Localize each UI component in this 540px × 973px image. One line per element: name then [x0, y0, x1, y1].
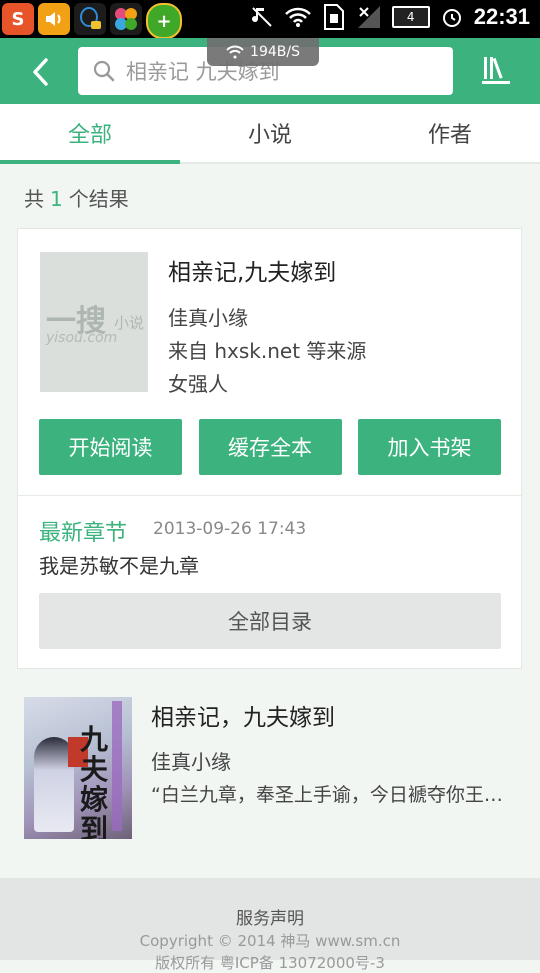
cover-logo-url: yisou.com [46, 330, 118, 346]
service-statement-link[interactable]: 服务声明 [0, 904, 540, 929]
cover-logo-sub: 小说 [114, 314, 145, 332]
action-buttons: 开始阅读 缓存全本 加入书架 [39, 419, 501, 475]
cache-all-button[interactable]: 缓存全本 [198, 419, 342, 475]
list-item-author: 佳真小缘 [151, 750, 231, 774]
book-source: 来自 hxsk.net 等来源 [168, 339, 367, 363]
book-title[interactable]: 相亲记,九夫嫁到 [168, 253, 336, 287]
sim-icon [323, 4, 344, 30]
license-text: 版权所有 粤ICP备 13072000号-3 [155, 954, 385, 972]
copyright-text: Copyright © 2014 神马 www.sm.cn [139, 932, 401, 950]
result-count-number: 1 [50, 187, 63, 211]
latest-chapter-date: 2013-09-26 17:43 [153, 519, 307, 539]
add-to-shelf-button[interactable]: 加入书架 [358, 419, 501, 475]
latest-chapter-label: 最新章节 [39, 521, 128, 546]
book-cover-placeholder[interactable]: 一搜 小说 yisou.com [40, 252, 148, 392]
card-divider [18, 495, 521, 496]
volume-app-icon [38, 3, 70, 35]
footer: 服务声明 Copyright © 2014 神马 www.sm.cn 版权所有 … [0, 878, 540, 972]
start-reading-button[interactable]: 开始阅读 [39, 419, 182, 475]
back-button[interactable] [20, 52, 60, 92]
bookshelf-button[interactable] [482, 54, 510, 86]
clover-app-icon [110, 3, 142, 35]
no-signal-icon [357, 6, 380, 28]
search-icon [93, 60, 115, 82]
tab-all[interactable]: 全部 [0, 104, 180, 164]
filter-tabs: 全部 小说 作者 [0, 104, 540, 164]
clock: 22:31 [473, 4, 530, 29]
tab-author[interactable]: 作者 [360, 104, 540, 162]
back-arrow-icon [33, 58, 48, 86]
list-item-description: “白兰九章，奉圣上手谕，今日褫夺你王… [151, 784, 503, 806]
book-cover-image: 九夫嫁到 [24, 697, 132, 839]
latest-chapter-title[interactable]: 我是苏敏不是九章 [39, 550, 199, 579]
cover-title: 九夫嫁到 [80, 723, 109, 840]
wifi-small-icon [226, 45, 244, 59]
tab-novel[interactable]: 小说 [180, 104, 360, 162]
alarm-icon [442, 9, 461, 27]
list-item-title: 相亲记，九夫嫁到 [151, 705, 335, 731]
wifi-icon [284, 7, 311, 27]
book-author[interactable]: 佳真小缘 [168, 302, 248, 331]
mute-icon [251, 7, 272, 27]
list-item[interactable]: 九夫嫁到 相亲记，九夫嫁到 佳真小缘 “白兰九章，奉圣上手谕，今日褫夺你王… [0, 680, 540, 855]
result-count: 共 1 个结果 [24, 183, 129, 212]
cover-stripe [112, 701, 122, 831]
net-speed-overlay: 194B/S [207, 38, 319, 66]
sogou-input-icon: S [2, 3, 34, 35]
360-security-icon: + [146, 3, 182, 39]
result-count-suffix: 个结果 [68, 187, 129, 211]
status-bar: S + 4 22:31 [0, 0, 540, 39]
main-result-card: 一搜 小说 yisou.com 相亲记,九夫嫁到 佳真小缘 来自 hxsk.ne… [17, 228, 522, 669]
battery-icon: 4 [391, 6, 430, 28]
book-category: 女强人 [168, 372, 228, 396]
bookshelf-icon [482, 57, 510, 84]
qq-icon [74, 3, 106, 35]
full-catalog-button[interactable]: 全部目录 [39, 593, 501, 649]
notification-icons: S + [2, 3, 182, 39]
net-speed-value: 194B/S [250, 44, 300, 60]
result-count-prefix: 共 [24, 187, 44, 211]
battery-level: 4 [406, 10, 415, 24]
